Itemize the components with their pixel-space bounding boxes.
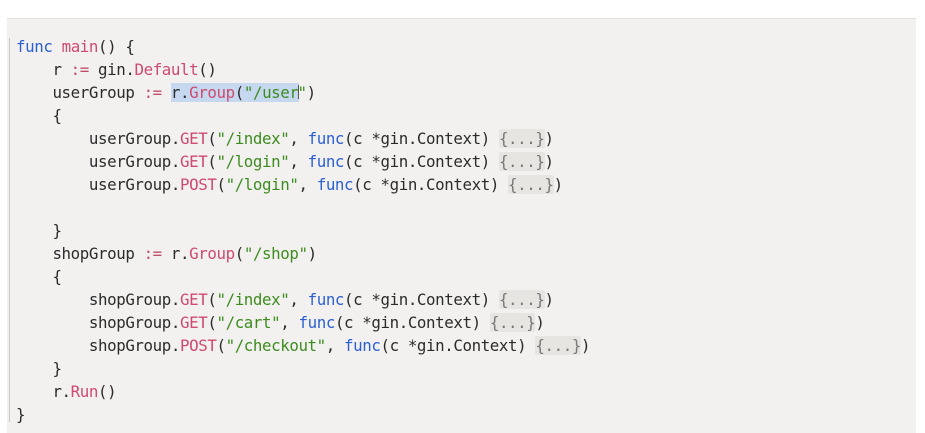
- code-line[interactable]: shopGroup.GET("/cart", func(c *gin.Conte…: [16, 311, 590, 334]
- code-line[interactable]: {: [16, 104, 590, 127]
- code-line[interactable]: {: [16, 265, 590, 288]
- code-line[interactable]: shopGroup.POST("/checkout", func(c *gin.…: [16, 334, 590, 357]
- code-line[interactable]: shopGroup.GET("/index", func(c *gin.Cont…: [16, 288, 590, 311]
- code-line[interactable]: userGroup.GET("/login", func(c *gin.Cont…: [16, 150, 590, 173]
- code-line[interactable]: }: [16, 357, 590, 380]
- code-line[interactable]: userGroup.POST("/login", func(c *gin.Con…: [16, 173, 590, 196]
- code-line[interactable]: userGroup.GET("/index", func(c *gin.Cont…: [16, 127, 590, 150]
- code-line[interactable]: }: [16, 219, 590, 242]
- text-selection: r.Group("/user: [170, 83, 299, 102]
- code-line[interactable]: ​: [16, 196, 590, 219]
- code-line[interactable]: userGroup := r.Group("/user"): [16, 81, 590, 104]
- code-line[interactable]: r := gin.Default(): [16, 58, 590, 81]
- code-line[interactable]: func main() {: [16, 35, 590, 58]
- code-line[interactable]: }: [16, 403, 590, 426]
- code-line[interactable]: shopGroup := r.Group("/shop"): [16, 242, 590, 265]
- code-editor[interactable]: func main() { r := gin.Default() userGro…: [16, 35, 590, 426]
- code-block[interactable]: func main() { r := gin.Default() userGro…: [7, 18, 916, 433]
- code-line[interactable]: r.Run(): [16, 380, 590, 403]
